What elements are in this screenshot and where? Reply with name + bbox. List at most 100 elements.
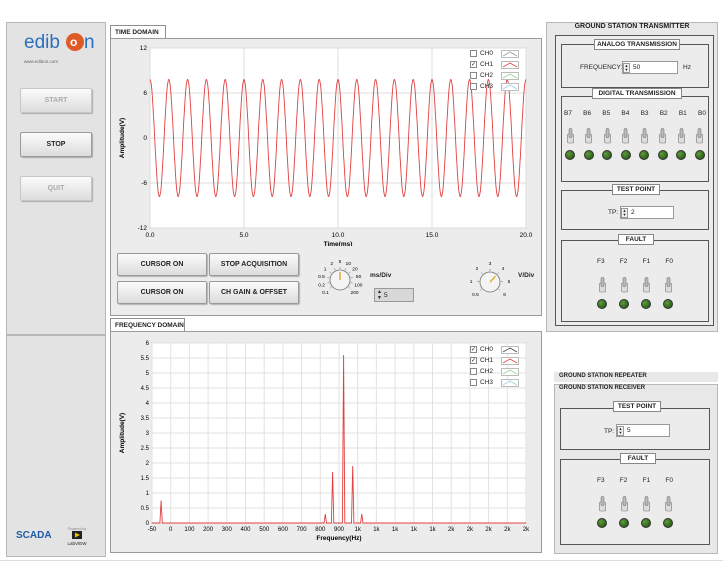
time-x-tick: 15.0: [426, 232, 439, 239]
tab-time-domain[interactable]: TIME DOMAIN: [110, 25, 166, 38]
ms-div-knob[interactable]: 0.10.2 0.5 12 5 1020 50 100200: [306, 252, 368, 304]
toggle-switch-icon[interactable]: [620, 277, 628, 293]
rx-fault-toggle-f0[interactable]: [663, 496, 673, 528]
toggle-switch-icon[interactable]: [642, 496, 650, 512]
knob-tick-label: 5: [339, 259, 342, 265]
toggle-switch-icon[interactable]: [585, 128, 592, 144]
freq-x-tick: 500: [259, 527, 270, 533]
scada-logo: SCADA: [16, 530, 52, 541]
tab-frequency-domain[interactable]: FREQUENCY DOMAIN: [110, 318, 185, 331]
led-indicator: [663, 518, 673, 528]
time-legend-ch0[interactable]: CH0: [470, 48, 520, 59]
ch-gain-offset-button[interactable]: CH GAIN & OFFSET: [209, 281, 299, 304]
knob-tick-label: 4: [502, 266, 505, 272]
toggle-switch-icon[interactable]: [696, 128, 704, 144]
tx-fault-toggle-f0[interactable]: [663, 277, 673, 309]
knob-tick-label: 5: [508, 279, 511, 285]
stop-button[interactable]: STOP: [20, 132, 92, 157]
knob-tick: [329, 271, 332, 274]
checkbox[interactable]: ✓: [470, 61, 477, 68]
start-button[interactable]: START: [20, 88, 92, 113]
quit-button[interactable]: QUIT: [20, 176, 92, 201]
bit-toggle-b5[interactable]: [602, 128, 613, 160]
repeater-title: GROUND STATION REPEATER: [559, 373, 647, 379]
svg-text:o: o: [70, 35, 77, 49]
led-indicator: [565, 150, 575, 160]
rx-tp-spinner[interactable]: ▲ ▼: [617, 425, 624, 436]
rx-fault-toggle-f3[interactable]: [597, 496, 607, 528]
led-indicator: [597, 518, 607, 528]
tx-fault-toggle-f2[interactable]: [619, 277, 629, 309]
tx-tp-value: 2: [631, 209, 635, 216]
cursor-on-button-2[interactable]: CURSOR ON: [117, 281, 207, 304]
cursor-on-button-1[interactable]: CURSOR ON: [117, 253, 207, 276]
toggle-switch-icon[interactable]: [620, 496, 628, 512]
tx-tp-input[interactable]: ▲ ▼ 2: [620, 206, 674, 219]
knob-tick: [334, 268, 336, 271]
time-legend-ch1[interactable]: ✓ CH1: [470, 59, 520, 70]
legend-swatch: [501, 49, 520, 58]
rx-fault-toggle-f2[interactable]: [619, 496, 629, 528]
freq-legend-ch0[interactable]: ✓ CH0: [470, 344, 520, 355]
tx-fault-toggle-f3[interactable]: [597, 277, 607, 309]
time-legend-ch2[interactable]: CH2: [470, 70, 520, 81]
bit-toggle-b0[interactable]: [694, 128, 705, 160]
bit-toggle-b2[interactable]: [657, 128, 668, 160]
tx-tp-spinner[interactable]: ▲ ▼: [621, 207, 628, 218]
frequency-label: FREQUENCY:: [580, 64, 623, 71]
legend-label: CH2: [480, 72, 494, 79]
checkbox[interactable]: ✓: [470, 357, 477, 364]
toggle-switch-icon[interactable]: [640, 128, 648, 144]
toggle-switch-icon[interactable]: [678, 128, 685, 144]
time-y-tick: 6: [143, 90, 147, 97]
bit-toggle-b6[interactable]: [583, 128, 594, 160]
checkbox[interactable]: [470, 368, 477, 375]
bit-toggle-b1[interactable]: [676, 128, 687, 160]
freq-legend-ch3[interactable]: CH3: [470, 377, 520, 388]
rx-fault-toggle-f1[interactable]: [641, 496, 651, 528]
frequency-spinner[interactable]: ▲ ▼: [623, 62, 630, 73]
toggle-switch-icon[interactable]: [598, 277, 606, 293]
stop-acquisition-button[interactable]: STOP ACQUISITION: [209, 253, 299, 276]
toggle-switch-icon[interactable]: [659, 128, 667, 144]
knob-tick-label: 3: [489, 261, 492, 267]
knob-tick-label: 100: [354, 283, 362, 289]
sidebar-bottom: [6, 335, 106, 557]
analog-transmission-title: ANALOG TRANSMISSION: [594, 39, 680, 50]
toggle-switch-icon[interactable]: [603, 128, 611, 144]
tx-fault-title: FAULT: [618, 234, 654, 245]
toggle-switch-icon[interactable]: [622, 128, 629, 144]
freq-x-tick: 700: [297, 527, 308, 533]
freq-legend-ch2[interactable]: CH2: [470, 366, 520, 377]
bit-toggle-b4[interactable]: [620, 128, 631, 160]
toggle-switch-icon[interactable]: [664, 277, 672, 293]
labview-text: LabVIEW: [67, 541, 87, 546]
frequency-unit: Hz: [683, 64, 691, 71]
frequency-input[interactable]: ▲ ▼ 50: [622, 61, 678, 74]
v-div-knob[interactable]: 0.5 1 2 3 4 5 6: [462, 252, 516, 306]
checkbox[interactable]: [470, 379, 477, 386]
bit-toggle-b7[interactable]: [565, 128, 575, 160]
freq-y-tick: 6: [146, 341, 150, 347]
freq-y-tick: 4.5: [141, 386, 150, 392]
receiver-title: GROUND STATION RECEIVER: [559, 385, 646, 391]
tx-fault-toggle-f1[interactable]: [641, 277, 651, 309]
labview-logo: Powered by LabVIEW: [66, 527, 88, 546]
checkbox[interactable]: [470, 83, 477, 90]
toggle-switch-icon[interactable]: [566, 128, 574, 144]
checkbox[interactable]: ✓: [470, 346, 477, 353]
bit-toggle-b3[interactable]: [639, 128, 650, 160]
time-legend-ch3[interactable]: CH3: [470, 81, 520, 92]
toggle-switch-icon[interactable]: [642, 277, 650, 293]
ms-div-value[interactable]: ▲ ▼ 5: [374, 288, 414, 302]
legend-swatch: [501, 378, 520, 387]
fault-label: F0: [665, 477, 673, 484]
checkbox[interactable]: [470, 50, 477, 57]
freq-y-tick: 3: [146, 431, 150, 437]
knob-tick-label: 1: [324, 266, 327, 272]
checkbox[interactable]: [470, 72, 477, 79]
toggle-switch-icon[interactable]: [598, 496, 606, 512]
freq-legend-ch1[interactable]: ✓ CH1: [470, 355, 520, 366]
toggle-switch-icon[interactable]: [664, 496, 672, 512]
rx-tp-input[interactable]: ▲ ▼ 5: [616, 424, 670, 437]
